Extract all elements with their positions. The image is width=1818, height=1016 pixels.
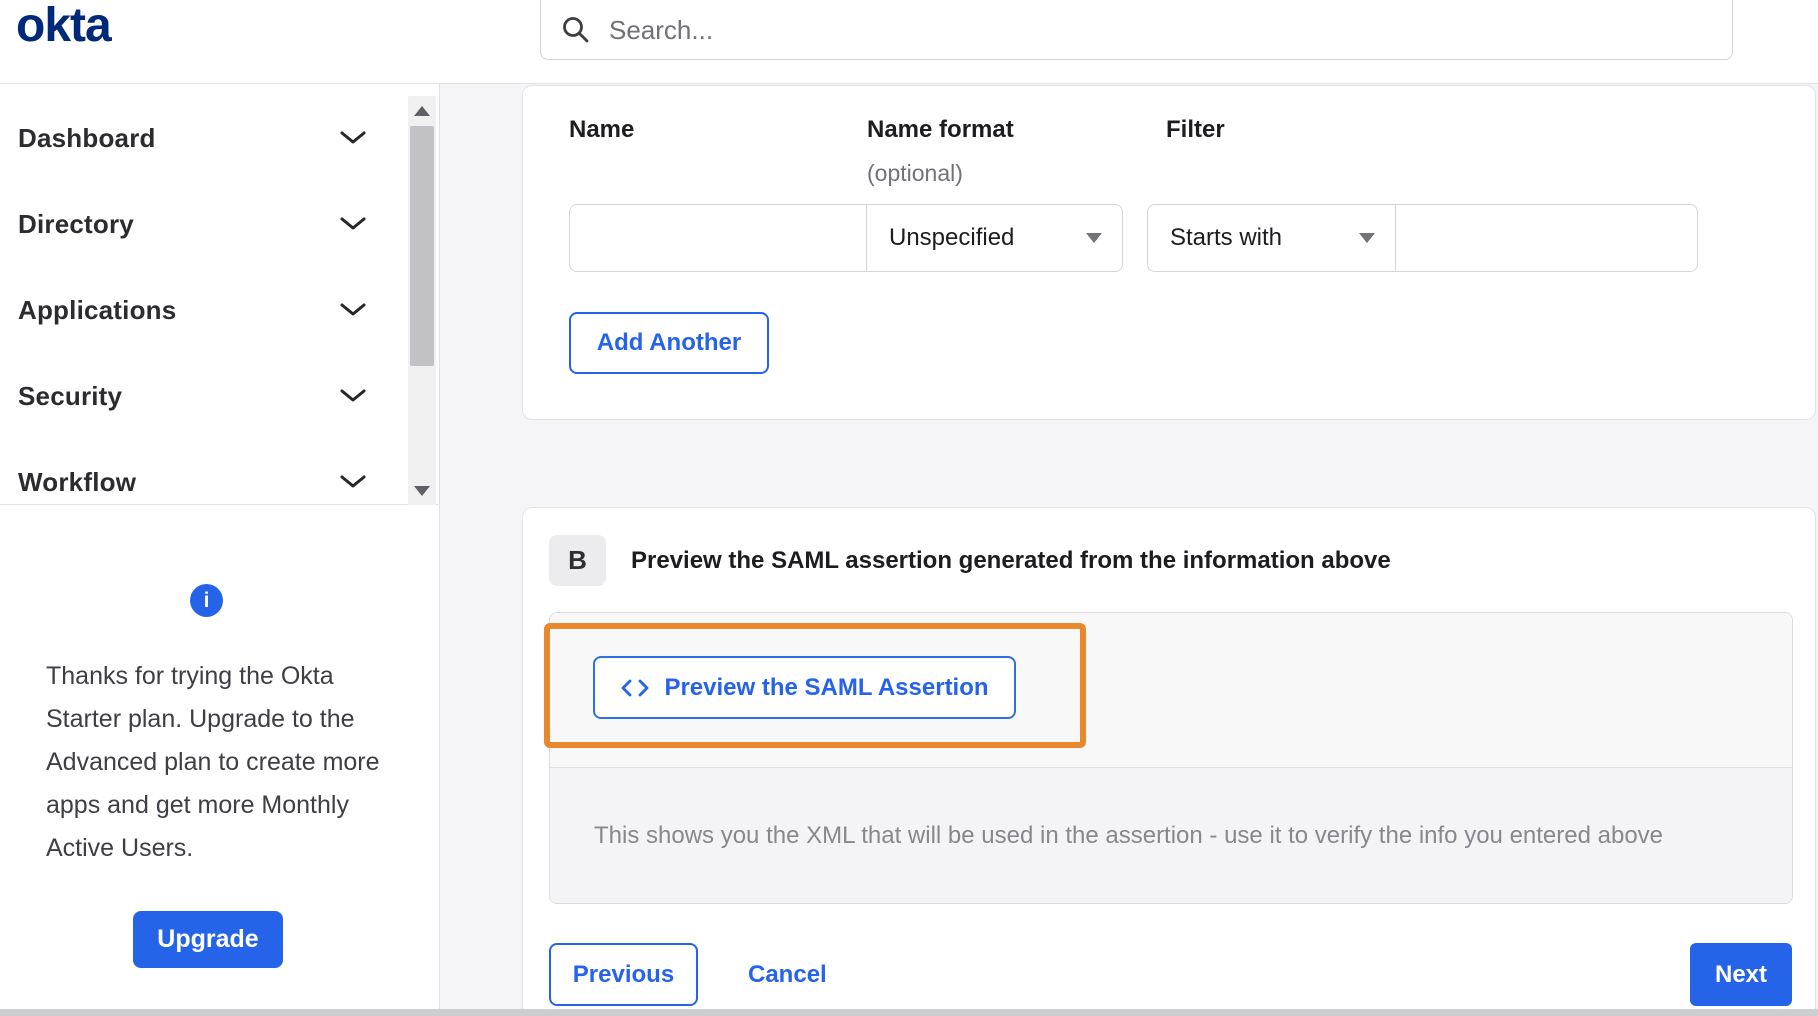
sidebar-nav: Dashboard Directory Applications Securit… — [0, 84, 439, 506]
filter-type-selected-value: Starts with — [1170, 224, 1283, 251]
sidebar-scrollbar[interactable] — [408, 96, 436, 506]
preview-section-title: Preview the SAML assertion generated fro… — [631, 547, 1391, 574]
scroll-up-icon[interactable] — [408, 98, 436, 124]
preview-saml-assertion-button[interactable]: Preview the SAML Assertion — [593, 656, 1016, 719]
chevron-down-icon — [340, 475, 366, 488]
okta-logo: okta — [16, 0, 112, 52]
attribute-name-input[interactable] — [569, 204, 867, 272]
name-format-column-label: Name format — [867, 116, 1014, 143]
viewport-bottom-strip — [0, 1009, 1818, 1016]
next-button[interactable]: Next — [1690, 943, 1792, 1006]
caret-down-icon — [1359, 233, 1375, 243]
search-input[interactable] — [607, 13, 1712, 47]
sidebar-item-security[interactable]: Security — [0, 353, 439, 439]
sidebar: Dashboard Directory Applications Securit… — [0, 84, 440, 1016]
name-column-label: Name — [569, 116, 635, 143]
sidebar-item-label: Workflow — [18, 466, 137, 497]
step-badge: B — [549, 535, 606, 586]
caret-down-icon — [1086, 233, 1102, 243]
top-bar: okta — [0, 0, 1818, 84]
search-icon — [563, 17, 589, 43]
previous-button[interactable]: Previous — [549, 943, 698, 1006]
attribute-statements-card: Name Name format (optional) Filter Unspe… — [522, 85, 1816, 420]
sidebar-item-dashboard[interactable]: Dashboard — [0, 95, 439, 181]
name-format-selected-value: Unspecified — [889, 224, 1015, 251]
sidebar-item-label: Directory — [18, 208, 134, 239]
chevron-down-icon — [340, 131, 366, 144]
chevron-down-icon — [340, 217, 366, 230]
scroll-down-icon[interactable] — [408, 478, 436, 504]
preview-help-text: This shows you the XML that will be used… — [594, 822, 1664, 849]
add-another-button[interactable]: Add Another — [569, 312, 769, 374]
scrollbar-thumb[interactable] — [410, 126, 434, 366]
sidebar-item-label: Security — [18, 380, 123, 411]
search-box[interactable] — [540, 0, 1733, 60]
preview-box-lower: This shows you the XML that will be used… — [550, 768, 1792, 903]
chevron-down-icon — [340, 303, 366, 316]
sidebar-item-label: Applications — [18, 294, 177, 325]
filter-type-select[interactable]: Starts with — [1147, 204, 1396, 272]
cancel-link[interactable]: Cancel — [748, 943, 827, 1006]
info-icon: i — [190, 584, 223, 617]
chevron-down-icon — [340, 389, 366, 402]
sidebar-item-directory[interactable]: Directory — [0, 181, 439, 267]
okta-admin-screen: okta Dashboard Directory — [0, 0, 1818, 1016]
name-format-select[interactable]: Unspecified — [866, 204, 1123, 272]
code-icon — [622, 679, 649, 696]
upgrade-note: Thanks for trying the Okta Starter plan.… — [46, 662, 380, 862]
upgrade-panel: i Thanks for trying the Okta Starter pla… — [0, 505, 439, 1016]
upgrade-button[interactable]: Upgrade — [133, 911, 283, 968]
filter-column-label: Filter — [1166, 116, 1225, 143]
name-format-optional-hint: (optional) — [867, 160, 963, 186]
sidebar-item-applications[interactable]: Applications — [0, 267, 439, 353]
main-content: Name Name format (optional) Filter Unspe… — [440, 84, 1818, 1016]
preview-saml-card: B Preview the SAML assertion generated f… — [522, 507, 1816, 1016]
filter-value-input[interactable] — [1395, 204, 1698, 272]
preview-button-label: Preview the SAML Assertion — [664, 673, 989, 701]
sidebar-item-label: Dashboard — [18, 122, 156, 153]
